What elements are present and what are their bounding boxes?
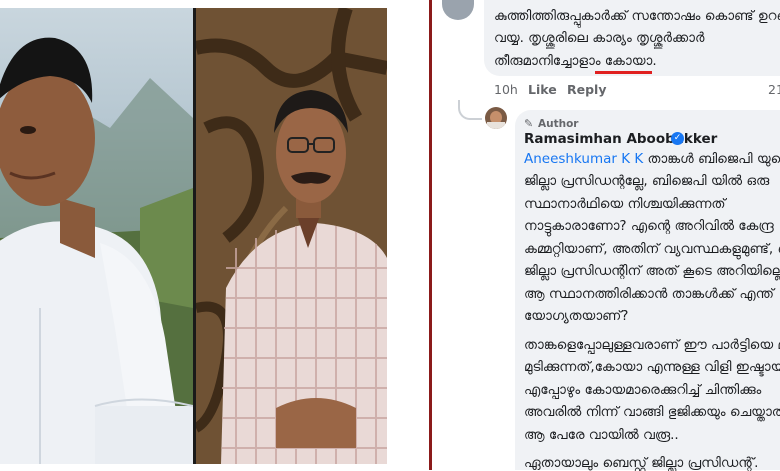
photo-left-man-white-shirt bbox=[0, 8, 193, 464]
photo-collage bbox=[0, 8, 387, 464]
highlight-underline bbox=[595, 71, 652, 74]
author-comment-line-11: എപ്പോഴും കോയമാരെക്കുറിച്ച് ചിന്തിക്കും bbox=[524, 382, 762, 398]
reply-connector bbox=[458, 100, 482, 120]
author-comment-closing-line: ഏതായാലും ബെസ്റ്റ് ജില്ലാ പ്രസിഡന്റ്. bbox=[524, 455, 759, 471]
author-comment-line-7: ആ സ്ഥാനത്തിരിക്കാൻ താങ്കൾക്ക് എന്ത് bbox=[524, 286, 774, 302]
author-avatar-shirt bbox=[487, 122, 505, 129]
mention-aneeshkumar[interactable]: Aneeshkumar K K bbox=[524, 151, 643, 167]
reply-button[interactable]: Reply bbox=[567, 82, 606, 97]
photo-right-man-checked-shirt bbox=[196, 8, 387, 464]
reply-comment-line-3: തീരുമാനിച്ചോളാം കോയാ. bbox=[494, 53, 657, 69]
like-button[interactable]: Like bbox=[528, 82, 557, 97]
reply-comment-line-1: കുത്തിത്തിരുപ്പുകാർക്ക് സന്തോഷം കൊണ്ട് ഉ… bbox=[494, 8, 780, 24]
author-comment-line-1: Aneeshkumar K K താങ്കൾ ബിജെപി യുടെ bbox=[524, 151, 780, 167]
author-comment-line-12: അവരിൽ നിന്ന് വാങ്ങി ഭുജിക്കയും ചെയ്താൽ bbox=[524, 404, 780, 420]
author-comment-line-2: ജില്ലാ പ്രസിഡന്റല്ലേ, ബിജെപി യിൽ ഒരു bbox=[524, 173, 770, 189]
pencil-icon: ✎ bbox=[524, 117, 534, 130]
reply-time: 10h bbox=[494, 82, 518, 97]
author-name[interactable]: Ramasimhan Aboobakker bbox=[524, 131, 717, 147]
reaction-count: 21 bbox=[768, 82, 780, 97]
photo-right-illustration bbox=[196, 8, 387, 464]
author-comment-line-9: താങ്കളെപ്പോലുള്ളവരാണ് ഈ പാർട്ടിയെ മുച്ചൂ bbox=[524, 337, 780, 353]
verified-badge-icon: ✓ bbox=[671, 132, 684, 145]
author-comment-line-3: സ്ഥാനാർഥിയെ നിശ്ചയിക്കുന്നത് bbox=[524, 196, 726, 212]
photo-left-illustration bbox=[0, 37, 193, 464]
author-comment-line-1-rest: താങ്കൾ ബിജെപി യുടെ bbox=[643, 151, 780, 167]
author-comment-line-4: നാട്ടുകാരാണോ? എന്റെ അറിവിൽ കേന്ദ്ര bbox=[524, 218, 774, 234]
author-comment-bubble: ✎ Author Ramasimhan Aboobakker ✓ Aneeshk… bbox=[515, 110, 780, 471]
author-comment-line-6: ജില്ലാ പ്രസിഡന്റിന് അത് കൂടെ അറിയില്ലെങ്… bbox=[524, 263, 780, 279]
author-comment-line-8: യോഗ്യതയാണ്? bbox=[524, 308, 629, 324]
author-badge: Author bbox=[538, 118, 579, 130]
author-comment-line-13: ആ പേരേ വായിൽ വരൂ.. bbox=[524, 427, 679, 443]
thread-line bbox=[429, 0, 432, 470]
reply-comment-bubble: കുത്തിത്തിരുപ്പുകാർക്ക് സന്തോഷം കൊണ്ട് ഉ… bbox=[484, 0, 780, 76]
author-comment-line-5: കമ്മറ്റിയാണ്, അതിന് വ്യവസ്ഥകളുമുണ്ട്, ഒര… bbox=[524, 241, 780, 257]
reply-comment-line-2: വയ്യ. തൃശ്ശൂരിലെ കാര്യം തൃശ്ശൂർക്കാർ bbox=[494, 30, 705, 46]
author-comment-line-10: മുടിക്കുന്നത്,കോയാ എന്നുള്ള വിളി ഇഷ്ടായി bbox=[524, 359, 780, 375]
author-avatar[interactable] bbox=[485, 107, 507, 129]
